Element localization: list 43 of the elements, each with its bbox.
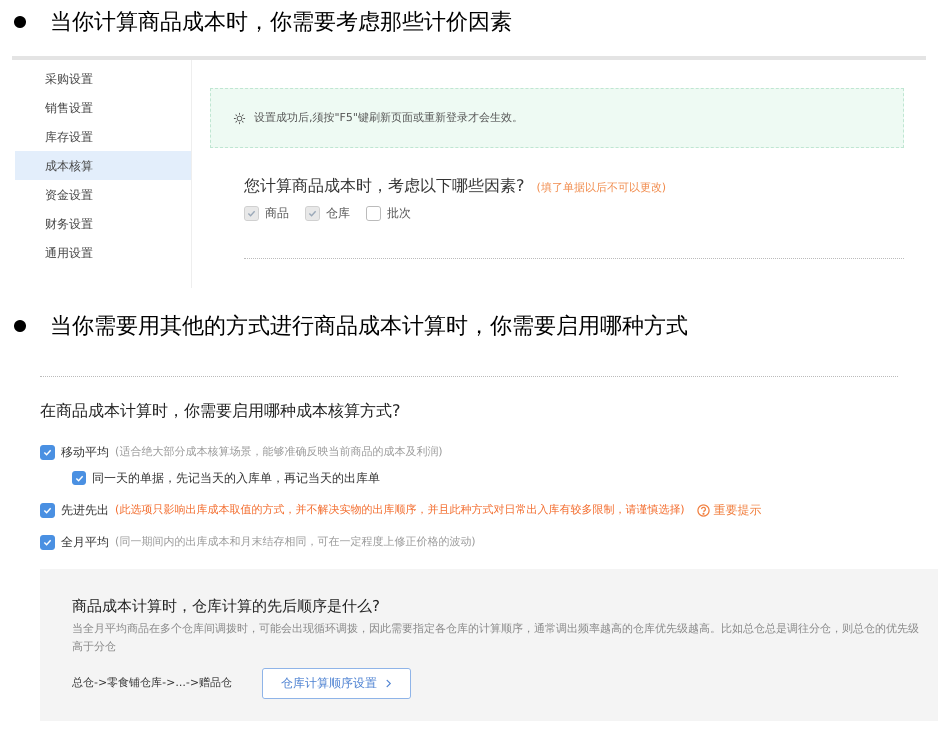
sidebar-item[interactable]: 采购设置 — [15, 64, 191, 93]
bullet-icon — [14, 320, 26, 332]
checkmark-icon — [74, 474, 84, 482]
method-label: 全月平均 — [61, 534, 109, 551]
method-note: (适合绝大部分成本核算场景，能够准确反映当前商品的成本及利润) — [115, 444, 443, 460]
checkmark-icon — [247, 208, 256, 218]
sidebar-item[interactable]: 财务设置 — [15, 209, 191, 238]
bullet-icon — [14, 16, 26, 28]
checkbox-label: 仓库 — [326, 205, 350, 222]
sidebar-item[interactable]: 销售设置 — [15, 93, 191, 122]
hint-text: (填了单据以后不可以更改) — [536, 180, 666, 196]
order-title: 商品成本计算时，仓库计算的先后顺序是什么? — [72, 596, 381, 617]
notice-text: 设置成功后,须按"F5"键刷新页面或重新登录才会生效。 — [254, 110, 523, 126]
checkbox[interactable] — [366, 206, 381, 220]
sidebar-item[interactable]: 资金设置 — [15, 180, 191, 209]
checkmark-icon — [43, 506, 52, 514]
method-label: 同一天的单据，先记当天的入库单，再记当天的出库单 — [92, 470, 380, 487]
checkbox[interactable] — [40, 534, 55, 550]
method-label: 先进先出 — [61, 502, 109, 519]
section-heading: 当你计算商品成本时，你需要考虑那些计价因素 — [50, 8, 512, 36]
sidebar-item[interactable]: 库存设置 — [15, 122, 191, 151]
method-note: (同一期间内的出库成本和月末结存相同，可在一定程度上修正价格的波动) — [115, 534, 476, 550]
warehouse-order-button[interactable]: 仓库计算顺序设置 — [262, 668, 412, 698]
checkmark-icon — [43, 538, 52, 546]
checkbox[interactable] — [40, 444, 55, 460]
checkbox[interactable] — [40, 502, 55, 518]
order-description: 当全月平均商品在多个仓库间调拨时，可能会出现循环调拨，因此需要指定各仓库的计算顺序，通常调出频率越高的仓库优先级越高。比如总仓总是调往分仓，则总仓的优先级高于分仓 — [72, 620, 920, 654]
method-label: 移动平均 — [61, 444, 109, 461]
question-text: 您计算商品成本时，考虑以下哪些因素? — [244, 175, 524, 197]
question-text: 在商品成本计算时，你需要启用哪种成本核算方式? — [40, 400, 402, 422]
checkbox-label: 商品 — [265, 205, 289, 222]
lightbulb-icon — [233, 112, 246, 124]
help-icon — [696, 504, 710, 516]
checkbox[interactable] — [72, 471, 86, 485]
warehouse-sequence: 总仓->零食铺仓库->...->赠品仓 — [72, 674, 232, 691]
section-heading: 当你需要用其他的方式进行商品成本计算时，你需要启用哪种方式 — [50, 312, 688, 340]
checkmark-icon — [43, 448, 52, 456]
chevron-right-icon — [385, 678, 392, 688]
sidebar-item[interactable]: 成本核算 — [15, 151, 191, 180]
checkmark-icon — [308, 208, 317, 218]
checkbox-label: 批次 — [387, 205, 411, 222]
method-note: (此选项只影响出库成本取值的方式，并不解决实物的出库顺序，并且此种方式对日常出入库有较多限制，请谨慎选择) — [115, 502, 685, 518]
sidebar-item[interactable]: 通用设置 — [15, 238, 191, 267]
